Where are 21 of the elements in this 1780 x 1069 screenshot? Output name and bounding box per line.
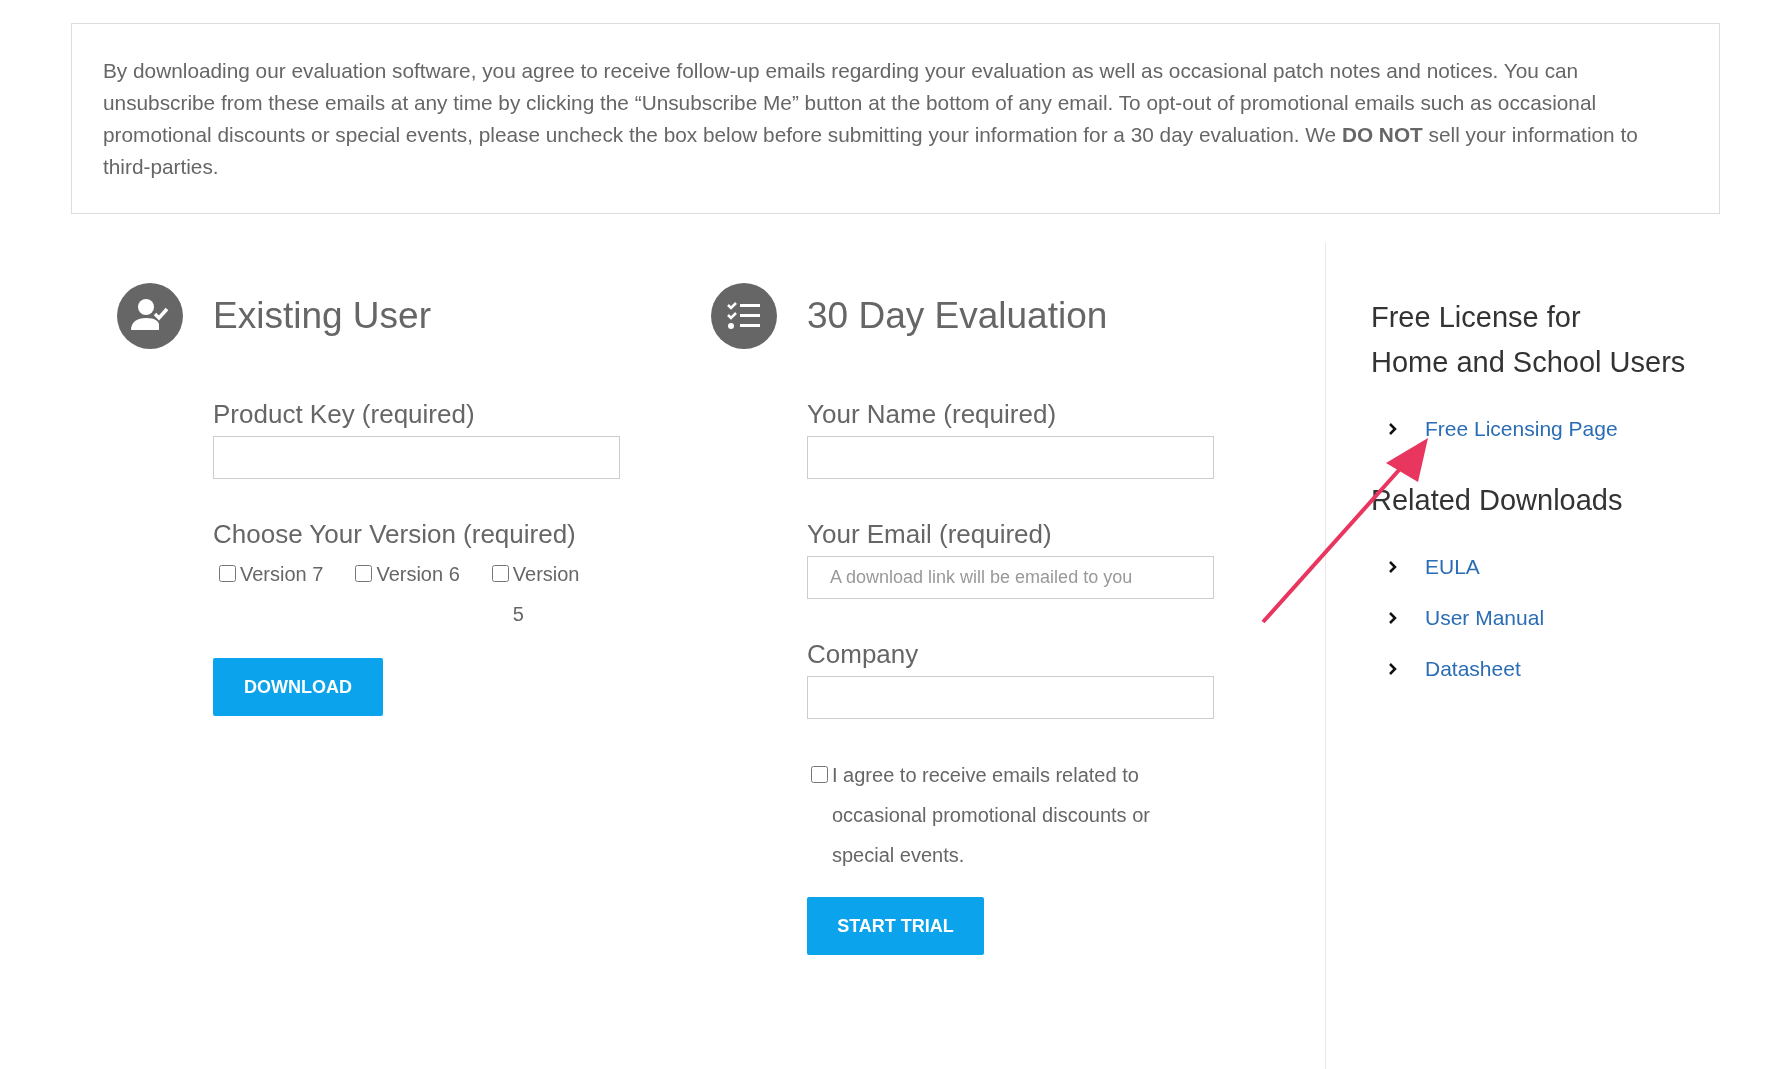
sidebar-link[interactable]: Free Licensing Page — [1425, 416, 1618, 441]
sidebar-link[interactable]: User Manual — [1425, 605, 1545, 630]
field-label: Company — [807, 639, 920, 670]
field-label: Your Email (required) — [807, 519, 1053, 550]
input-field[interactable]: A download link will be emailed to you — [807, 556, 1214, 599]
sidebar-heading: Free License for Home and School Users — [1371, 300, 1687, 380]
checkbox-label: I agree to receive emails related to occasional promotional discounts or special events. — [832, 763, 1151, 868]
download-button[interactable]: DOWNLOAD — [213, 658, 383, 716]
section-title: 30 Day Evaluation — [807, 295, 1108, 337]
checkbox-label: Version 5 — [512, 562, 581, 627]
sidebar-link[interactable]: EULA — [1425, 554, 1480, 579]
field-label: Product Key (required) — [213, 399, 476, 430]
field-label: Your Name (required) — [807, 399, 1058, 430]
notice-text: By downloading our evaluation software, you agree to receive follow-up emails regarding your evaluation as well as occasional patch notes and notices. You can unsubscribe from these emails at any time by clicking the “Unsubscribe Me” button at the bottom of any email. To opt-out of promotional emails such as occasional promotional discounts or special events, please uncheck the box below before submitting your information for a 30 day evaluation. We DO NOT sell your information to third-parties. — [71, 23, 1720, 214]
checkbox-label: Version 6 — [376, 562, 460, 587]
sidebar-heading: Related Downloads — [1371, 483, 1624, 518]
field-label: Choose Your Version (required) — [213, 519, 577, 550]
sidebar-link[interactable]: Datasheet — [1425, 656, 1521, 681]
section-title: Existing User — [213, 295, 431, 337]
checkbox-label: Version 7 — [240, 562, 324, 587]
start-trial-button[interactable]: START TRIAL — [807, 897, 984, 955]
